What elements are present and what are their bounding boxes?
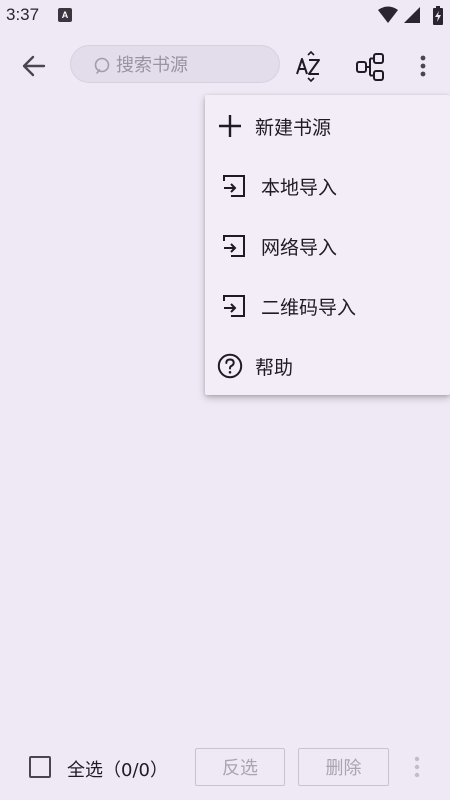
bottom-more-button[interactable] [408,754,426,782]
menu-item-new-source[interactable]: 新建书源 [205,95,450,155]
import-icon [223,295,245,317]
menu-item-label: 二维码导入 [261,297,357,319]
search-input[interactable] [116,52,266,78]
import-icon [223,175,245,197]
select-all-label[interactable]: 全选（0/0） [67,756,168,782]
back-button[interactable] [16,48,52,84]
more-vertical-icon [420,55,426,77]
import-icon [223,235,245,257]
plus-icon [219,115,241,137]
sort-az-icon [296,50,320,83]
menu-item-local-import[interactable]: 本地导入 [205,155,450,215]
more-button[interactable] [412,50,434,84]
menu-item-help[interactable]: 帮助 [205,335,450,395]
arrow-left-icon [22,55,46,77]
menu-item-label: 本地导入 [261,177,338,199]
search-icon [94,57,110,74]
search-box[interactable] [70,45,280,83]
wifi-icon [378,6,398,23]
help-icon [217,353,243,379]
menu-item-label: 帮助 [255,357,294,379]
invert-selection-button[interactable]: 反选 [195,748,285,786]
menu-item-label: 新建书源 [255,117,332,139]
group-icon [356,53,384,81]
status-time: 3:37 [6,5,40,24]
status-bar: 3:37 A [0,0,450,30]
notification-a-icon: A [58,8,72,22]
menu-item-label: 网络导入 [261,237,338,259]
battery-charging-icon [433,6,443,25]
sort-button[interactable] [294,50,328,84]
delete-button[interactable]: 删除 [298,748,389,786]
more-vertical-icon [414,756,420,778]
menu-item-qrcode-import[interactable]: 二维码导入 [205,275,450,335]
bottom-action-bar: 全选（0/0） 反选 删除 [0,740,450,800]
menu-item-network-import[interactable]: 网络导入 [205,215,450,275]
dropdown-menu: 新建书源 本地导入 网络导入 二维码导入 帮助 [205,95,450,395]
group-button[interactable] [354,50,388,84]
signal-icon [404,7,420,23]
select-all-checkbox[interactable] [29,756,51,778]
toolbar [0,40,450,90]
